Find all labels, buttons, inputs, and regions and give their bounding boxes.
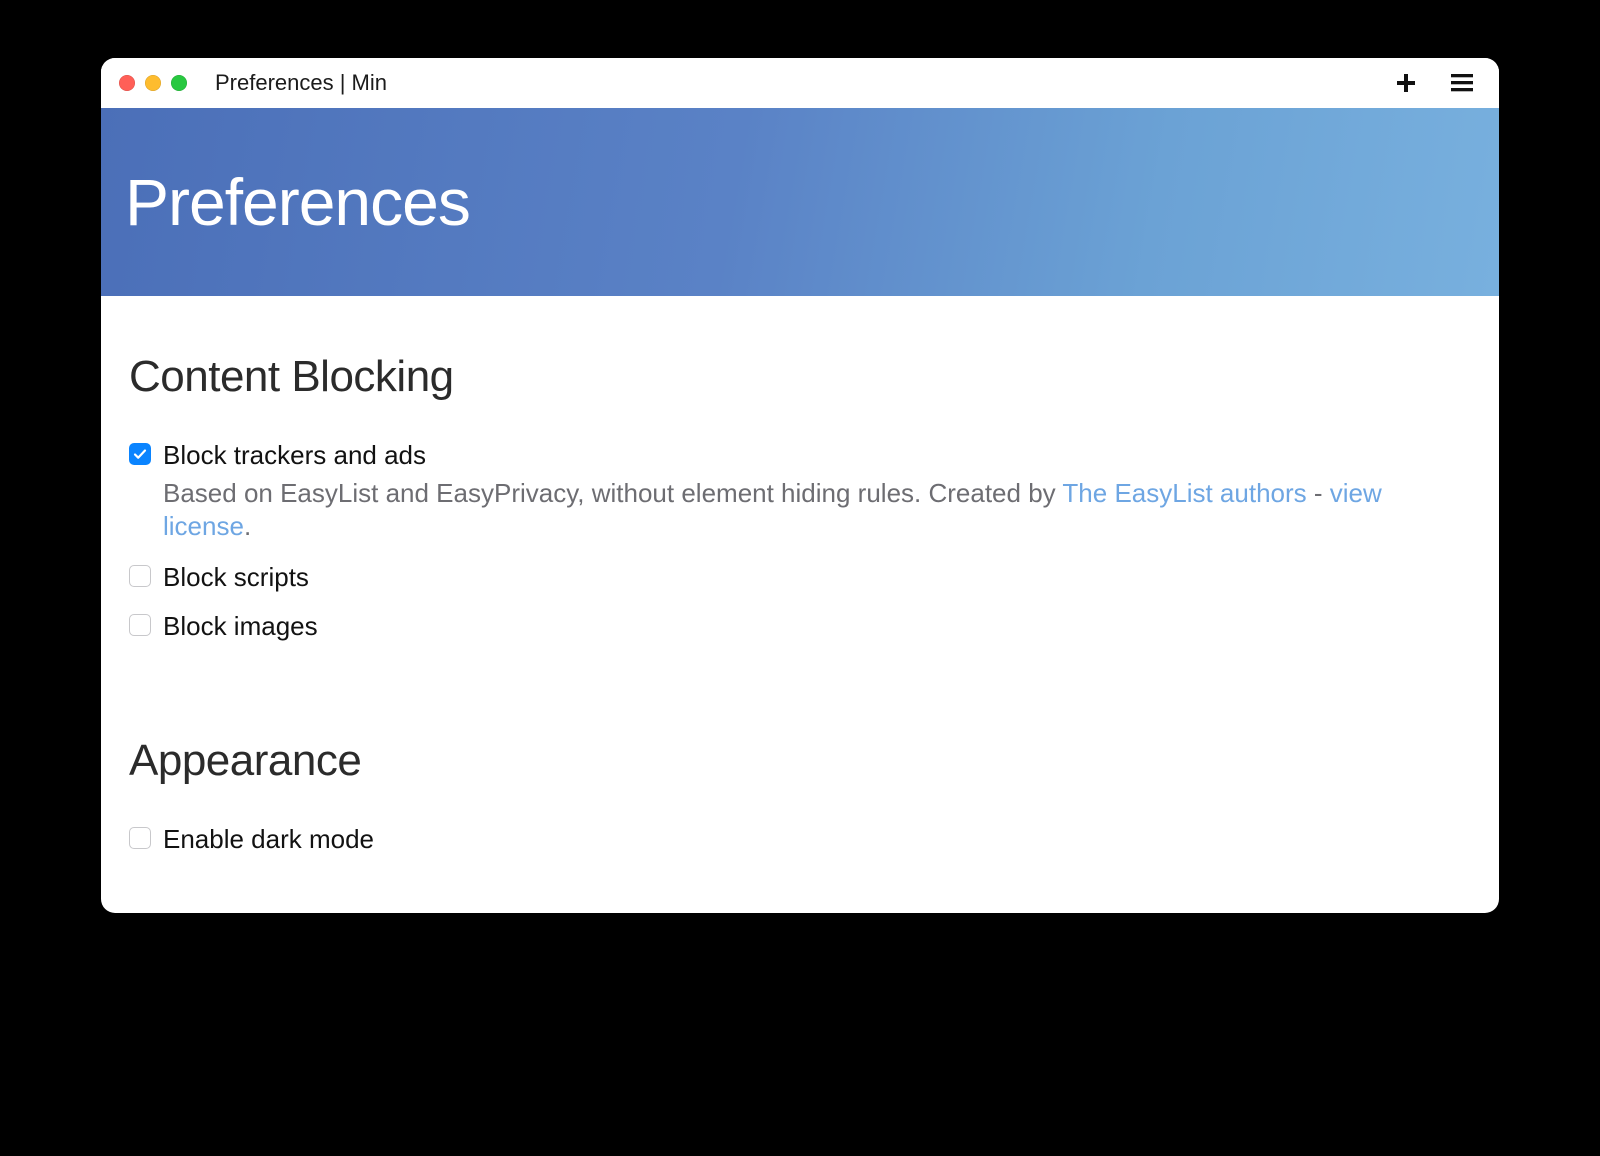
checkbox-block-scripts[interactable] bbox=[129, 565, 151, 587]
app-window: Preferences | Min Preferences Content bbox=[101, 58, 1499, 913]
easylist-authors-link[interactable]: The EasyList authors bbox=[1062, 478, 1306, 508]
check-icon bbox=[133, 447, 147, 461]
checkbox-block-trackers[interactable] bbox=[129, 443, 151, 465]
plus-icon bbox=[1396, 73, 1416, 93]
option-block-scripts: Block scripts bbox=[129, 562, 1471, 593]
section-title-appearance: Appearance bbox=[129, 736, 1471, 786]
option-dark-mode: Enable dark mode bbox=[129, 824, 1471, 855]
minimize-window-button[interactable] bbox=[145, 75, 161, 91]
option-label: Enable dark mode bbox=[163, 824, 1471, 855]
option-label: Block images bbox=[163, 611, 1471, 642]
section-title-content-blocking: Content Blocking bbox=[129, 352, 1471, 402]
title-bar: Preferences | Min bbox=[101, 58, 1499, 108]
window-controls bbox=[119, 75, 187, 91]
toolbar-actions bbox=[1391, 68, 1477, 98]
option-label: Block scripts bbox=[163, 562, 1471, 593]
hamburger-icon bbox=[1451, 74, 1473, 92]
option-block-images: Block images bbox=[129, 611, 1471, 642]
hero-banner: Preferences bbox=[101, 108, 1499, 296]
checkbox-block-images[interactable] bbox=[129, 614, 151, 636]
preferences-content: Content Blocking Block trackers and ads … bbox=[101, 296, 1499, 913]
add-tab-button[interactable] bbox=[1391, 68, 1421, 98]
option-block-trackers: Block trackers and ads Based on EasyList… bbox=[129, 440, 1471, 544]
option-description: Based on EasyList and EasyPrivacy, witho… bbox=[163, 477, 1471, 544]
option-label: Block trackers and ads bbox=[163, 440, 1471, 471]
fullscreen-window-button[interactable] bbox=[171, 75, 187, 91]
page-title: Preferences bbox=[125, 164, 470, 240]
menu-button[interactable] bbox=[1447, 68, 1477, 98]
checkbox-dark-mode[interactable] bbox=[129, 827, 151, 849]
close-window-button[interactable] bbox=[119, 75, 135, 91]
window-title: Preferences | Min bbox=[215, 70, 387, 96]
